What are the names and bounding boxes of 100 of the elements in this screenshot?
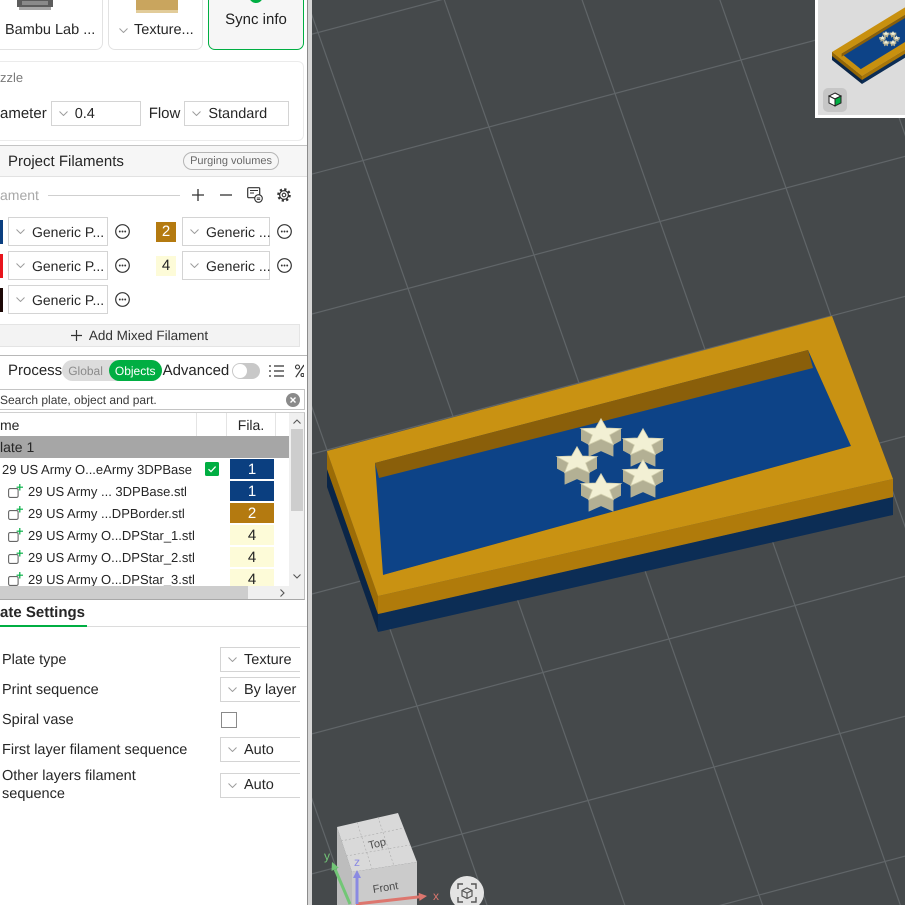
filament-cell[interactable]: 1 <box>230 481 274 501</box>
filament-dropdown[interactable]: Generic ... <box>182 251 270 280</box>
printer-icon <box>17 0 53 10</box>
filament-dropdown[interactable]: Generic P... <box>8 251 108 280</box>
filament-number-badge[interactable]: 4 <box>156 256 176 276</box>
scrollbar-thumb[interactable] <box>290 429 303 511</box>
printer-card[interactable]: Bambu Lab ... <box>0 0 103 50</box>
vertical-scrollbar[interactable] <box>289 413 304 586</box>
section-title: zzle <box>0 70 24 86</box>
settings-tab[interactable]: ate Settings <box>0 600 88 627</box>
more-icon[interactable] <box>277 224 292 239</box>
clear-icon[interactable] <box>286 392 300 406</box>
caret-icon <box>16 229 25 234</box>
caret-icon <box>58 111 68 116</box>
gear-icon[interactable] <box>277 188 291 202</box>
color-swatch-icon[interactable] <box>0 220 3 244</box>
filament-dropdown[interactable]: Generic P... <box>8 285 108 314</box>
chevron-up-icon[interactable] <box>292 419 301 424</box>
sync-info-button[interactable]: Sync info <box>208 0 304 50</box>
filament-number-badge[interactable]: 2 <box>156 222 176 242</box>
plus-icon <box>70 330 82 341</box>
part-icon <box>8 550 23 564</box>
star-model[interactable] <box>622 458 664 498</box>
diameter-dropdown[interactable]: 0.4 <box>50 101 141 126</box>
field-label: ament <box>0 187 39 203</box>
section-title: Project Filaments <box>8 152 124 170</box>
color-swatch-icon[interactable] <box>0 254 3 278</box>
caret-icon <box>190 263 199 268</box>
cube-focus-icon <box>457 883 477 903</box>
more-icon[interactable] <box>115 292 130 307</box>
chevron-down-icon[interactable] <box>292 574 301 579</box>
flow-dropdown[interactable]: Standard <box>184 101 290 126</box>
plus-icon[interactable] <box>192 189 204 201</box>
search-field[interactable]: Search plate, object and part. <box>0 389 305 410</box>
field-label: Flow <box>148 105 180 122</box>
more-icon[interactable] <box>115 224 130 239</box>
purging-volumes-button[interactable]: Purging volumes <box>183 152 279 170</box>
star-model[interactable] <box>580 472 622 512</box>
part-name[interactable]: 29 US Army O...DPStar_1.stl <box>28 528 195 542</box>
caret-icon <box>16 263 25 268</box>
setting-label: Print sequence <box>1 680 100 698</box>
part-name[interactable]: 29 US Army O...DPStar_2.stl <box>28 550 195 564</box>
filament-cell[interactable]: 2 <box>230 503 274 523</box>
setting-label: Other layers filament sequence <box>1 767 137 803</box>
horizontal-scrollbar[interactable] <box>0 586 304 599</box>
setting-dropdown[interactable]: By layer <box>220 677 300 702</box>
caret-icon <box>192 111 202 116</box>
filament-cell[interactable]: 1 <box>230 459 274 479</box>
part-name[interactable]: 29 US Army ... 3DPBase.stl <box>28 484 187 498</box>
printer-name: Bambu Lab ... <box>5 21 96 39</box>
column-header[interactable]: Fila. <box>238 416 264 432</box>
filament-dropdown[interactable]: Generic ... <box>182 217 270 246</box>
advanced-label: Advanced <box>162 362 230 379</box>
filament-cell[interactable]: 4 <box>230 547 274 567</box>
border-model[interactable] <box>327 316 893 614</box>
axis-label: y <box>324 849 330 863</box>
cube-face-label: Front <box>372 880 400 896</box>
scrollbar-thumb[interactable] <box>0 586 248 599</box>
setting-label: First layer filament sequence <box>1 740 188 758</box>
column-header[interactable]: me <box>0 416 20 432</box>
cube-face-label: Top <box>367 836 388 852</box>
star-model[interactable] <box>622 428 664 467</box>
advanced-switch[interactable] <box>232 362 260 378</box>
part-name[interactable]: 29 US Army O...DPStar_3.stl <box>28 572 195 586</box>
more-icon[interactable] <box>115 258 130 273</box>
add-mixed-filament-button[interactable]: Add Mixed Filament <box>0 324 300 347</box>
plate-card[interactable]: Texture... <box>108 0 203 50</box>
filament-cell[interactable]: 4 <box>230 569 274 586</box>
star-model[interactable] <box>556 446 598 485</box>
check-icon[interactable] <box>205 462 219 476</box>
percent-icon[interactable] <box>295 364 304 378</box>
plate-icon <box>136 0 178 13</box>
filament-cell[interactable]: 4 <box>230 525 274 545</box>
cube-icon[interactable] <box>823 88 847 112</box>
list-icon[interactable] <box>269 364 284 376</box>
plate-row[interactable]: late 1 <box>0 436 290 458</box>
object-name[interactable]: 29 US Army O...eArmy 3DPBase <box>2 462 192 476</box>
setting-label: Spiral vase <box>1 710 75 728</box>
device-icon[interactable] <box>247 187 263 203</box>
part-icon <box>8 484 23 498</box>
plate-thumbnail[interactable] <box>815 0 905 118</box>
setting-dropdown[interactable]: Auto <box>220 737 300 762</box>
caret-icon <box>119 28 128 32</box>
minus-icon[interactable] <box>220 194 232 196</box>
star-model[interactable] <box>580 418 622 457</box>
chevron-right-icon[interactable] <box>280 588 285 596</box>
filament-dropdown[interactable]: Generic P... <box>8 217 108 246</box>
setting-dropdown[interactable]: Texture <box>220 647 300 672</box>
setting-dropdown[interactable]: Auto <box>220 772 300 798</box>
part-name[interactable]: 29 US Army ...DPBorder.stl <box>28 506 185 520</box>
axis-label: z <box>354 855 360 869</box>
checkbox[interactable] <box>221 712 237 728</box>
part-icon <box>8 506 23 520</box>
caret-icon <box>228 687 237 692</box>
view-button[interactable] <box>450 876 484 905</box>
caret-icon <box>228 782 237 788</box>
color-swatch-icon[interactable] <box>0 288 3 312</box>
view-cube[interactable] <box>337 813 417 905</box>
more-icon[interactable] <box>277 258 292 273</box>
caret-icon <box>190 229 199 234</box>
